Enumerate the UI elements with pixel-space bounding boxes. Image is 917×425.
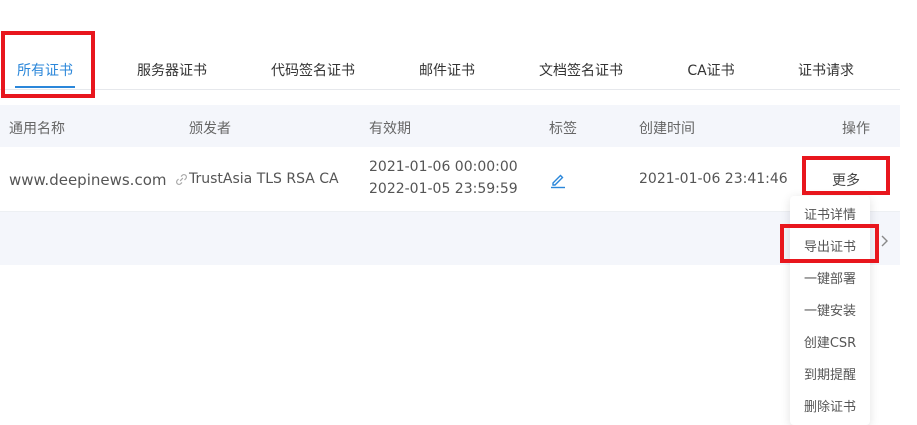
menu-item-one-click-deploy[interactable]: 一键部署 [790, 261, 870, 293]
menu-item-delete-certificate[interactable]: 删除证书 [790, 389, 870, 421]
menu-item-one-click-install[interactable]: 一键安装 [790, 293, 870, 325]
edit-tag-icon[interactable] [549, 171, 567, 193]
column-header-validity: 有效期 [369, 121, 411, 137]
issuer-cell: TrustAsia TLS RSA CA [189, 171, 339, 187]
tab-bar: 所有证书 服务器证书 代码签名证书 邮件证书 文档签名证书 CA证书 证书请求 [0, 0, 900, 90]
chevron-right-icon[interactable] [879, 233, 889, 252]
common-name-cell: www.deepinews.com [9, 171, 188, 190]
active-tab-indicator [15, 86, 75, 88]
table-header: 通用名称 颁发者 有效期 标签 创建时间 操作 [0, 105, 900, 147]
tab-email-certificates[interactable]: 邮件证书 [419, 60, 475, 80]
menu-item-export-certificate[interactable]: 导出证书 [790, 229, 870, 261]
column-header-issuer: 颁发者 [189, 121, 231, 137]
valid-from-text: 2021-01-06 00:00:00 [369, 159, 518, 175]
table-empty-row [0, 212, 900, 265]
created-time-cell: 2021-01-06 23:41:46 [639, 171, 788, 187]
tab-server-certificates[interactable]: 服务器证书 [137, 60, 207, 80]
column-header-tags: 标签 [549, 121, 577, 137]
valid-to-text: 2022-01-05 23:59:59 [369, 181, 518, 197]
tab-document-signing-certificates[interactable]: 文档签名证书 [539, 60, 623, 80]
tab-ca-certificates[interactable]: CA证书 [687, 60, 734, 80]
common-name-text: www.deepinews.com [9, 171, 167, 189]
actions-dropdown-menu: 证书详情 导出证书 一键部署 一键安装 创建CSR 到期提醒 删除证书 [790, 196, 870, 425]
table-row: www.deepinews.com TrustAsia TLS RSA CA 2… [0, 147, 900, 212]
more-actions-button[interactable]: 更多 [806, 164, 886, 195]
menu-item-certificate-details[interactable]: 证书详情 [790, 197, 870, 229]
tab-code-signing-certificates[interactable]: 代码签名证书 [271, 60, 355, 80]
tab-all-certificates[interactable]: 所有证书 [17, 60, 73, 80]
menu-item-expiry-reminder[interactable]: 到期提醒 [790, 357, 870, 389]
column-header-common-name: 通用名称 [9, 121, 65, 137]
menu-item-create-csr[interactable]: 创建CSR [790, 325, 870, 357]
certificate-page: 所有证书 服务器证书 代码签名证书 邮件证书 文档签名证书 CA证书 证书请求 … [0, 0, 917, 425]
tab-certificate-requests[interactable]: 证书请求 [798, 60, 854, 80]
column-header-created-time: 创建时间 [639, 121, 695, 137]
column-header-actions: 操作 [842, 121, 870, 137]
link-icon[interactable] [175, 173, 188, 190]
